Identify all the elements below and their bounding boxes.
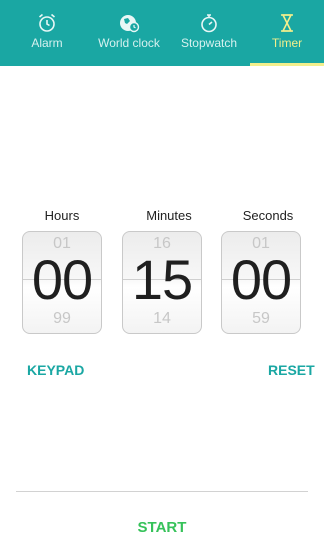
tab-timer[interactable]: Timer — [250, 0, 324, 66]
minutes-next-value: 14 — [153, 310, 171, 327]
tab-stopwatch[interactable]: Stopwatch — [172, 0, 246, 66]
tab-alarm-label: Alarm — [31, 36, 63, 50]
alarm-clock-icon — [35, 12, 59, 34]
divider — [16, 491, 308, 492]
tab-stopwatch-label: Stopwatch — [180, 36, 238, 50]
seconds-value[interactable]: 00 — [222, 250, 300, 310]
start-button[interactable]: START — [0, 519, 324, 536]
seconds-label: Seconds — [242, 208, 294, 223]
tab-world-clock[interactable]: World clock — [92, 0, 166, 66]
stopwatch-icon — [197, 12, 221, 34]
seconds-next-value: 59 — [252, 310, 270, 327]
hourglass-icon — [275, 12, 299, 34]
minutes-value[interactable]: 15 — [123, 250, 201, 310]
minutes-picker[interactable]: 16 15 14 — [122, 231, 202, 334]
keypad-button[interactable]: KEYPAD — [27, 362, 84, 378]
minutes-label: Minutes — [146, 208, 192, 223]
tab-alarm[interactable]: Alarm — [12, 0, 82, 66]
seconds-picker[interactable]: 01 00 59 — [221, 231, 301, 334]
globe-clock-icon — [117, 12, 141, 34]
tab-timer-label: Timer — [271, 36, 303, 50]
hours-label: Hours — [44, 208, 80, 223]
hours-next-value: 99 — [53, 310, 71, 327]
reset-button[interactable]: RESET — [268, 362, 315, 378]
active-tab-indicator — [250, 63, 324, 66]
tab-bar: Alarm World clock Stopwatch Timer — [0, 0, 324, 66]
tab-world-clock-label: World clock — [98, 36, 160, 50]
hours-value[interactable]: 00 — [23, 250, 101, 310]
hours-picker[interactable]: 01 00 99 — [22, 231, 102, 334]
